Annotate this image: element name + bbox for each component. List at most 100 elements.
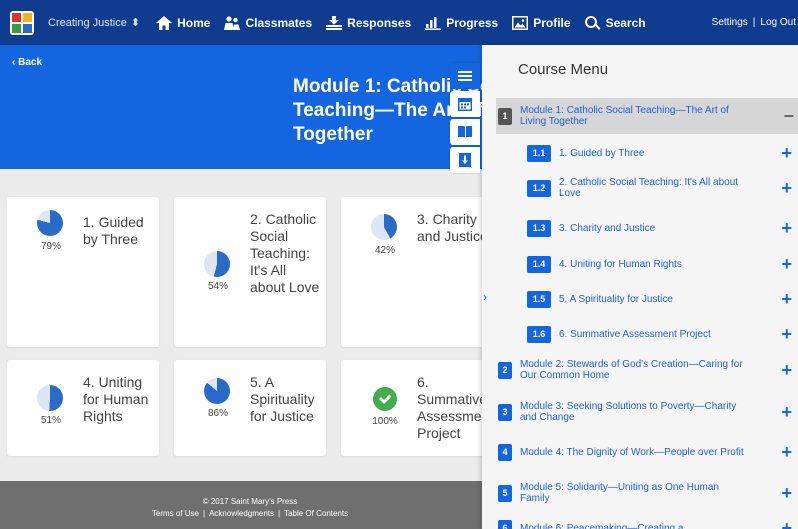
menu-item-badge: 1.4 — [527, 255, 551, 273]
expand-plus-icon[interactable]: + — [781, 179, 792, 197]
nav-classmates-label: Classmates — [245, 15, 313, 30]
nav-responses[interactable]: Responses — [326, 15, 412, 30]
lesson-card-4[interactable]: 51% 4. Uniting for Human Rights — [7, 360, 159, 456]
menu-item-label: Module 6: Peacemaking—Creating a — [520, 522, 684, 529]
menu-module-item[interactable]: 6 Module 6: Peacemaking—Creating a + — [496, 513, 796, 529]
course-menu-button[interactable] — [450, 63, 480, 89]
progress-pie-icon — [371, 214, 397, 240]
progress-percent: 79% — [40, 241, 61, 252]
nav-responses-label: Responses — [347, 15, 412, 30]
menu-item-badge: 4 — [498, 443, 512, 461]
logout-link[interactable]: Log Out — [760, 17, 796, 28]
expand-plus-icon[interactable]: + — [781, 361, 792, 379]
module-hero: ‹ Back Module 1: Catholic Social Teachin… — [0, 45, 500, 169]
expand-plus-icon[interactable]: + — [781, 255, 792, 273]
menu-module-item[interactable]: 3 Module 3: Seeking Solutions to Poverty—… — [496, 397, 796, 427]
progress-pie-icon — [37, 210, 63, 236]
progress-icon — [425, 16, 442, 30]
menu-item-badge: 1 — [498, 107, 512, 125]
progress-pie-icon — [204, 378, 230, 404]
menu-lesson-item[interactable]: 1.3 3. Charity and Justice + — [496, 215, 796, 241]
menu-item-badge: 1.3 — [527, 219, 551, 237]
responses-icon — [326, 15, 343, 30]
footer-separator: | — [278, 509, 281, 518]
top-nav: Creating Justice ⬍ Home Classmates Respo… — [0, 0, 798, 45]
nav-separator: | — [752, 17, 756, 28]
progress-percent: 86% — [207, 408, 228, 419]
menu-module-item[interactable]: 5 Module 5: Solidarity—Uniting as One Hum… — [496, 478, 796, 508]
nav-progress[interactable]: Progress — [425, 16, 498, 30]
side-toolbar — [450, 63, 480, 173]
back-label: Back — [18, 57, 43, 68]
course-switcher[interactable]: Creating Justice ⬍ — [48, 16, 141, 30]
menu-lesson-item[interactable]: 1.1 1. Guided by Three + — [496, 140, 796, 166]
lesson-card-6[interactable]: 100% 6. Summative Assessment Project — [341, 360, 482, 456]
classmates-icon — [224, 15, 241, 30]
settings-link[interactable]: Settings — [712, 17, 748, 28]
app-logo[interactable] — [10, 10, 34, 35]
menu-item-badge: 2 — [498, 361, 512, 379]
nav-progress-label: Progress — [446, 15, 499, 30]
expand-plus-icon[interactable]: + — [781, 144, 792, 162]
progress-percent: 51% — [40, 415, 61, 426]
nav-home-label: Home — [177, 15, 211, 30]
expand-plus-icon[interactable]: + — [781, 325, 792, 343]
menu-item-label: 6. Summative Assessment Project — [559, 328, 711, 340]
expand-plus-icon[interactable]: + — [781, 219, 792, 237]
menu-lesson-item[interactable]: 1.5 5. A Spirituality for Justice + — [496, 286, 796, 312]
lesson-card-2[interactable]: 54% 2. Catholic Social Teaching: It's Al… — [174, 197, 326, 347]
menu-item-label: 1. Guided by Three — [559, 147, 645, 159]
progress-pie-icon — [204, 251, 230, 277]
calendar-icon — [458, 98, 472, 111]
menu-item-label: 5. A Spirituality for Justice — [559, 293, 673, 305]
nav-classmates[interactable]: Classmates — [224, 16, 312, 30]
lesson-card-5[interactable]: 86% 5. A Spirituality for Justice — [174, 360, 326, 456]
nav-search[interactable]: Search — [584, 15, 646, 30]
book-icon — [458, 126, 472, 138]
lesson-card-1[interactable]: 79% 1. Guided by Three — [7, 197, 159, 347]
back-link[interactable]: ‹ Back — [12, 57, 42, 68]
copyright-text: © 2017 Saint Mary's Press — [202, 497, 298, 506]
menu-item-label: Module 5: Solidarity—Uniting as One Huma… — [520, 482, 719, 504]
menu-module-item[interactable]: 4 Module 4: The Dignity of Work—People ov… — [496, 437, 796, 467]
acknowledgments-link[interactable]: Acknowledgments — [209, 509, 274, 518]
calendar-button[interactable] — [450, 91, 480, 117]
menu-item-badge: 5 — [498, 484, 512, 502]
expand-plus-icon[interactable]: + — [781, 484, 792, 502]
terms-link[interactable]: Terms of Use — [152, 509, 199, 518]
menu-item-badge: 6 — [498, 519, 512, 529]
menu-item-label: 4. Uniting for Human Rights — [559, 258, 682, 270]
nav-profile[interactable]: Profile — [512, 15, 571, 30]
menu-module-item[interactable]: 2 Module 2: Stewards of God's Creation—Ca… — [496, 355, 796, 385]
updown-chevron-icon: ⬍ — [130, 17, 141, 29]
chevron-right-icon[interactable]: › — [483, 290, 487, 304]
menu-item-badge: 1.6 — [527, 325, 551, 343]
menu-item-label: Module 3: Seeking Solutions to Poverty—C… — [520, 401, 737, 423]
expand-plus-icon[interactable]: + — [781, 519, 792, 529]
home-icon — [156, 15, 173, 30]
expand-plus-icon[interactable]: + — [781, 443, 792, 461]
menu-item-badge: 1.1 — [527, 144, 551, 162]
expand-plus-icon[interactable]: + — [781, 403, 792, 421]
footer-separator: | — [203, 509, 206, 518]
expand-plus-icon[interactable]: + — [781, 290, 792, 308]
menu-lesson-item[interactable]: 1.4 4. Uniting for Human Rights + — [496, 251, 796, 277]
menu-item-badge: 1.5 — [527, 290, 551, 308]
glossary-button[interactable] — [450, 119, 480, 145]
menu-module-item[interactable]: 1 Module 1: Catholic Social Teaching—The … — [496, 98, 798, 134]
course-menu-title: Course Menu — [518, 61, 609, 78]
lesson-card-3[interactable]: 42% 3. Charity and Justice — [341, 197, 482, 347]
download-button[interactable] — [450, 147, 480, 173]
menu-lesson-item[interactable]: 1.6 6. Summative Assessment Project + — [496, 321, 796, 347]
progress-percent: 42% — [374, 245, 395, 256]
search-icon — [584, 15, 601, 30]
menu-item-label: 2. Catholic Social Teaching: It's All ab… — [559, 177, 739, 199]
progress-pie-icon — [37, 385, 63, 411]
nav-home[interactable]: Home — [156, 15, 211, 30]
collapse-minus-icon[interactable]: − — [783, 107, 794, 125]
progress-percent: 54% — [207, 281, 228, 292]
lesson-title: 2. Catholic Social Teaching: It's All ab… — [250, 211, 320, 295]
course-switcher-label: Creating Justice — [48, 16, 127, 29]
table-of-contents-link[interactable]: Table Of Contents — [284, 509, 348, 518]
menu-lesson-item[interactable]: 1.2 2. Catholic Social Teaching: It's All… — [496, 172, 796, 204]
